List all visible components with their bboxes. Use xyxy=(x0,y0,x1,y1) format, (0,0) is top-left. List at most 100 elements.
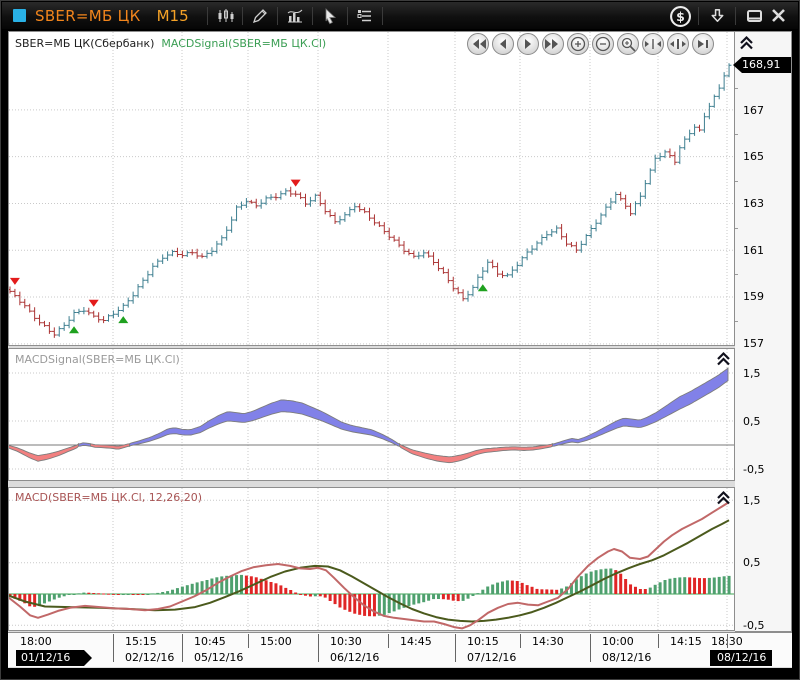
time-label: 15:00 xyxy=(260,635,292,648)
macd-histogram-bar xyxy=(368,594,371,616)
macd-band-positive xyxy=(79,443,91,446)
macd-histogram-bar xyxy=(338,594,341,608)
start-date-tag: 01/12/16 xyxy=(16,650,92,666)
toolbar-cursor-button[interactable] xyxy=(317,5,343,27)
sell-marker xyxy=(89,300,99,307)
fast-back-icon xyxy=(469,35,487,53)
axis-tick xyxy=(520,634,521,648)
nav-go-to-end-button[interactable] xyxy=(692,33,714,55)
macd-histogram-bar xyxy=(77,593,80,594)
macd-histogram-bar xyxy=(590,572,593,594)
macd-histogram-bar xyxy=(289,590,292,594)
macd-histogram-bar xyxy=(516,581,519,594)
macd-histogram-bar xyxy=(447,594,450,600)
price-panel[interactable]: SBER=МБ ЦК(Сбербанк) MACDSignal(SBER=МБ … xyxy=(8,31,735,346)
macd-histogram-bar xyxy=(462,594,465,601)
nav-step-forward-button[interactable] xyxy=(517,33,539,55)
window-restore-window-button[interactable] xyxy=(742,5,766,27)
nav-fast-forward-button[interactable] xyxy=(542,33,564,55)
macd-histogram-bar xyxy=(467,594,470,599)
step-back-icon xyxy=(494,35,512,53)
macd-tick-label: 0,5 xyxy=(743,556,761,570)
macd-histogram-bar xyxy=(127,594,130,595)
toolbar-legend-button[interactable] xyxy=(352,5,378,27)
date-axis[interactable]: 01/12/16 08/12/16 02/12/1605/12/1606/12/… xyxy=(8,650,792,667)
go-to-end-icon xyxy=(694,35,712,53)
price-axis[interactable]: 1671651631611591571,50,5-0,51,50,5-0,5 xyxy=(735,31,792,632)
title-bar[interactable]: SBER=МБ ЦК M15 $ xyxy=(2,2,798,29)
buy-marker xyxy=(118,316,128,323)
toolbar-indicator-panel-button[interactable] xyxy=(282,5,308,27)
macd-histogram-bar xyxy=(186,585,189,594)
close-icon xyxy=(768,5,789,26)
nav-zoom-select-button[interactable] xyxy=(617,33,639,55)
macd-histogram-bar xyxy=(501,582,504,595)
collapse-panel-chevron[interactable] xyxy=(716,351,731,370)
macd-histogram-bar xyxy=(664,580,667,594)
time-axis[interactable]: 18:0015:1510:4515:0010:3014:4510:1514:30… xyxy=(8,632,792,650)
macd-band-positive xyxy=(130,400,400,446)
macd-histogram-bar xyxy=(457,594,460,601)
nav-zoom-out-button[interactable] xyxy=(592,33,614,55)
axis-tick xyxy=(455,634,456,662)
macdsignal-panel[interactable]: MACDSignal(SBER=МБ ЦК.Cl) xyxy=(8,348,735,481)
macd-histogram-bar xyxy=(521,583,524,594)
macd-histogram-bar xyxy=(659,582,662,594)
nav-step-back-button[interactable] xyxy=(492,33,514,55)
zoom-select-icon xyxy=(619,35,637,53)
collapse-panel-chevron[interactable] xyxy=(739,35,754,54)
window-dollar-button[interactable]: $ xyxy=(668,5,692,27)
ohlc-bars-up xyxy=(57,63,732,337)
zoom-in-icon xyxy=(569,35,587,53)
buy-marker xyxy=(69,326,79,333)
macd-plot[interactable] xyxy=(9,488,734,630)
macd-band-positive xyxy=(553,368,729,446)
macd-histogram-bar xyxy=(279,585,282,594)
macd-histogram-bar xyxy=(698,578,701,594)
macd-histogram-bar xyxy=(196,582,199,594)
signal-tick-label: -0,5 xyxy=(743,463,764,477)
macd-histogram-bar xyxy=(309,594,312,597)
price-plot[interactable] xyxy=(9,32,734,345)
indicator-panel-icon xyxy=(286,7,304,25)
macd-histogram-bar xyxy=(348,594,351,612)
macd-histogram-bar xyxy=(87,593,90,594)
toolbar-pencil-button[interactable] xyxy=(247,5,273,27)
macd-histogram-bar xyxy=(245,576,248,594)
macd-histogram-bar xyxy=(97,593,100,594)
axis-tick xyxy=(727,634,728,648)
macd-histogram-bar xyxy=(63,594,66,596)
macd-histogram-bar xyxy=(619,574,622,594)
macd-histogram-bar xyxy=(678,577,681,594)
macd-histogram-bar xyxy=(683,577,686,594)
macd-histogram-bar xyxy=(274,583,277,594)
signal-tick-label: 0,5 xyxy=(743,415,761,429)
nav-compress-horizontal-button[interactable] xyxy=(642,33,664,55)
macd-histogram-bar xyxy=(171,590,174,594)
price-tick-label: 163 xyxy=(743,197,764,211)
nav-bar-spacing-button[interactable] xyxy=(667,33,689,55)
macd-histogram-bar xyxy=(526,585,529,594)
macd-histogram-bar xyxy=(132,594,135,595)
window-close-button[interactable] xyxy=(766,5,790,27)
window-download-arrow-button[interactable] xyxy=(705,5,729,27)
macdsignal-plot[interactable] xyxy=(9,349,734,480)
macd-histogram-bar xyxy=(294,593,297,595)
macd-histogram-bar xyxy=(471,594,474,596)
macd-histogram-bar xyxy=(270,582,273,594)
macd-histogram-bar xyxy=(432,594,435,599)
macd-panel[interactable]: MACD(SBER=МБ ЦК.Cl, 12,26,20) xyxy=(8,487,735,631)
macd-histogram-bar xyxy=(624,579,627,594)
macd-histogram-bar xyxy=(215,577,218,594)
macd-panel-label: MACD(SBER=МБ ЦК.Cl, 12,26,20) xyxy=(15,491,202,504)
macd-line xyxy=(9,502,729,628)
collapse-panel-chevron[interactable] xyxy=(716,490,731,509)
nav-fast-back-button[interactable] xyxy=(467,33,489,55)
macd-histogram-bar xyxy=(452,594,455,601)
macd-histogram-bar xyxy=(506,580,509,594)
time-label: 10:30 xyxy=(330,635,362,648)
macd-histogram-bar xyxy=(585,574,588,595)
macd-histogram-bar xyxy=(68,594,71,595)
toolbar-candlestick-chart-button[interactable] xyxy=(212,5,238,27)
nav-zoom-in-button[interactable] xyxy=(567,33,589,55)
